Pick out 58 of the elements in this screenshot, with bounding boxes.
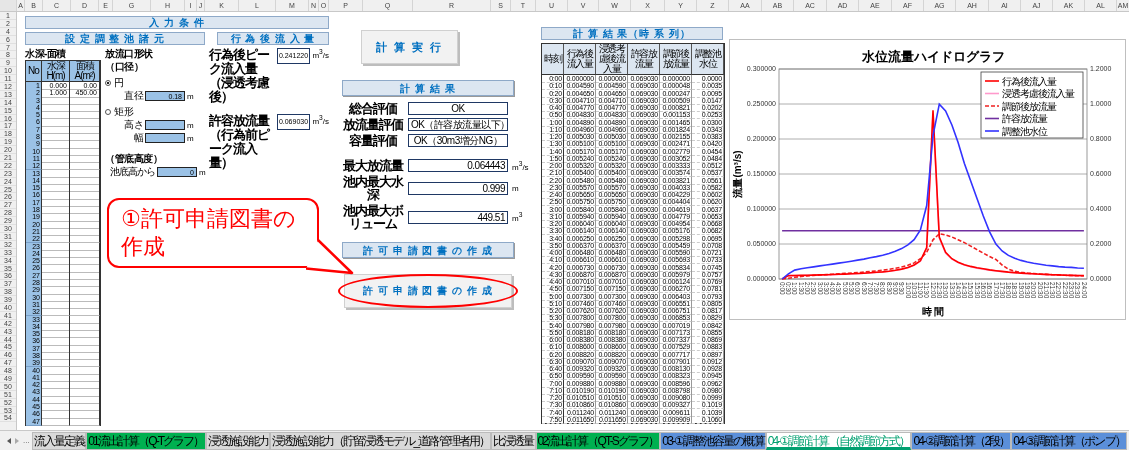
- table-title: 水深-面積: [25, 48, 67, 60]
- section-header: 計 算 結 果: [342, 80, 514, 96]
- field-label: （口径）: [105, 61, 144, 73]
- legend-label: 調整池水位: [1002, 125, 1048, 137]
- unit-label: m$^{3}$/s: [512, 159, 529, 172]
- column-heading: 時刻: [542, 44, 564, 75]
- axis-title: 時 間: [921, 306, 945, 317]
- column-heading: 浸透考慮後流入量: [596, 44, 628, 75]
- column-heading: 調整池水位: [692, 44, 724, 75]
- unit-label: m$^{3}$/s: [312, 48, 329, 60]
- chart-title: 水位流量ハイドログラフ: [861, 49, 1005, 64]
- field-label: （浸透考慮後）: [209, 76, 271, 104]
- field-label: （管底高度）: [105, 153, 163, 165]
- legend-label: 浸透考慮後流入量: [1002, 88, 1075, 99]
- unit-label: m: [187, 133, 194, 143]
- legend-label: 調節後放流量: [1002, 100, 1057, 112]
- field-label: 放流口形状: [105, 48, 154, 60]
- column-heading: 許容放流量: [628, 44, 660, 75]
- radio-label: 円: [114, 77, 124, 89]
- unit-label: m$^{3}$/s: [312, 114, 329, 126]
- unit-label: m: [199, 167, 206, 177]
- radio-label: 矩形: [114, 106, 133, 118]
- field-label: 池底高から: [109, 166, 155, 178]
- output-field: OK（許容放流量以下）: [408, 118, 508, 131]
- output-field: 0.064443: [408, 159, 508, 172]
- output-field: OK: [408, 102, 508, 115]
- result-label: 最大放流量: [342, 159, 404, 172]
- section-header: 許 可 申 請 図 書 の 作 成: [342, 242, 514, 258]
- unit-label: m: [187, 91, 194, 101]
- section-header: 行 為 後 流 入 量: [217, 32, 329, 45]
- result-label: 総合評価: [348, 102, 399, 115]
- field-label: （行為前ピーク流入量）: [209, 128, 271, 170]
- output-field: OK（30m3増分NG）: [408, 134, 508, 147]
- unit-label: m: [512, 183, 519, 193]
- legend-label: 許容放流量: [1002, 113, 1048, 124]
- axis-title: 流量(m³/s): [732, 150, 743, 198]
- section-header: 設 定 調 整 池 諸 元: [25, 32, 205, 45]
- column-heading: 調節後放流量: [660, 44, 692, 75]
- section-header: 入 力 条 件: [25, 16, 329, 29]
- unit-label: m$^{3}$: [512, 211, 523, 223]
- output-field: 449.51: [408, 210, 508, 224]
- result-label: 池内最大水深: [342, 175, 404, 201]
- result-label: 容量評価: [348, 134, 399, 147]
- field-label: 許容放流量: [209, 114, 271, 128]
- result-label: 池内最大ボリューム: [342, 204, 404, 230]
- output-field: 0.999: [408, 181, 508, 195]
- field-label: 高さ: [123, 119, 143, 131]
- column-heading: 行為後流入量: [564, 44, 596, 75]
- column-heading: 水深H(m): [42, 61, 70, 82]
- section-header: 計 算 結 果（時 系 列）: [541, 27, 723, 40]
- field-label: 直径: [123, 90, 143, 102]
- legend-label: 行為後流入量: [1002, 75, 1057, 87]
- field-label: 行為後ピーク流入量: [209, 48, 269, 76]
- column-heading: 面積A(m²): [70, 61, 100, 82]
- field-label: 幅: [132, 132, 143, 144]
- result-label: 放流量評価: [342, 118, 404, 131]
- callout: ①許可申請図書の作成: [107, 198, 319, 268]
- unit-label: m: [187, 120, 194, 130]
